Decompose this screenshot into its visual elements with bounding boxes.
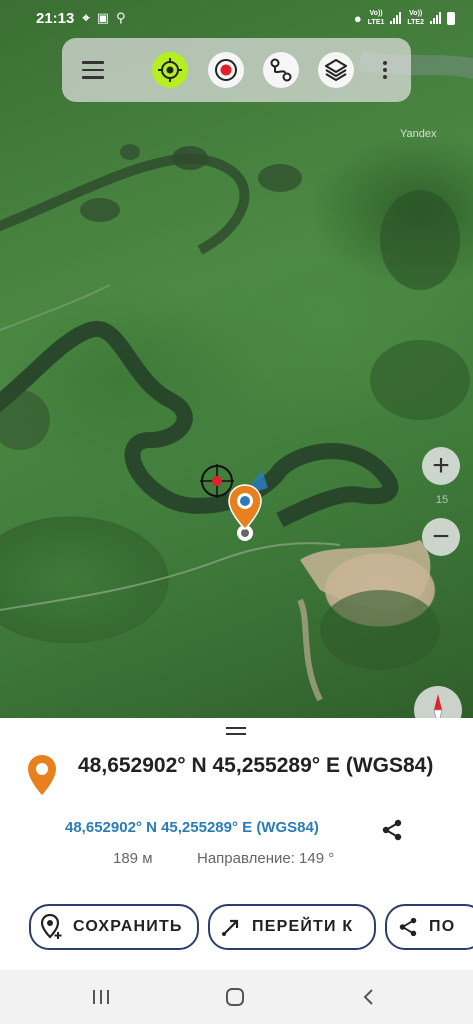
- sim2-label: Vo)) LTE2: [407, 10, 424, 26]
- save-button[interactable]: СОХРАНИТЬ: [29, 904, 199, 950]
- recent-apps-icon: [93, 990, 109, 1004]
- share-location-button[interactable]: ПО: [385, 904, 473, 950]
- layers-icon: [325, 59, 347, 81]
- map-provider-label: Yandex: [400, 128, 437, 140]
- search-icon: ⚲: [116, 10, 126, 25]
- add-location-icon: [41, 914, 62, 939]
- goto-button-label: ПЕРЕЙТИ К: [252, 918, 354, 935]
- gallery-icon: ▣: [96, 10, 109, 25]
- share-icon[interactable]: [380, 818, 404, 842]
- map-toolbar: [62, 38, 411, 102]
- gps-icon: ⌖: [82, 10, 90, 25]
- signal2-icon: [430, 12, 441, 24]
- home-icon: [226, 988, 244, 1006]
- crosshair-icon: [158, 58, 182, 82]
- recent-apps-button[interactable]: [88, 984, 114, 1010]
- locate-button[interactable]: [152, 52, 188, 88]
- zoom-level-label: 15: [435, 494, 449, 506]
- location-status-icon: ●: [353, 10, 362, 26]
- record-button[interactable]: [208, 52, 244, 88]
- share-location-button-label: ПО: [429, 918, 456, 935]
- hamburger-menu-icon: [82, 59, 104, 82]
- map-view[interactable]: Yandex: [0, 0, 473, 720]
- more-vertical-icon[interactable]: [380, 56, 390, 84]
- share-icon: [399, 917, 417, 937]
- zoom-in-button[interactable]: +: [422, 447, 460, 485]
- route-icon: [270, 58, 292, 82]
- sim1-label: Vo)) LTE1: [367, 10, 385, 26]
- battery-icon: [447, 11, 455, 25]
- home-button[interactable]: [222, 984, 248, 1010]
- back-icon: [363, 989, 373, 1005]
- record-icon: [215, 59, 237, 81]
- layers-button[interactable]: [318, 52, 354, 88]
- coordinates-link[interactable]: 48,652902° N 45,255289° E (WGS84): [65, 819, 319, 836]
- back-button[interactable]: [356, 984, 382, 1010]
- menu-button[interactable]: [78, 52, 108, 88]
- goto-button[interactable]: ПЕРЕЙТИ К: [208, 904, 376, 950]
- sheet-drag-handle[interactable]: [226, 727, 246, 735]
- direction-label: Направление: 149 °: [197, 850, 335, 867]
- status-time: 21:13: [36, 9, 75, 27]
- zoom-out-button[interactable]: −: [422, 518, 460, 556]
- location-pin-icon[interactable]: [228, 484, 262, 530]
- route-button[interactable]: [263, 52, 299, 88]
- save-button-label: СОХРАНИТЬ: [73, 918, 183, 935]
- system-nav-bar: [0, 970, 473, 1024]
- signal1-icon: [390, 12, 402, 24]
- status-bar: 21:13 ⌖ ▣ ⚲ ● Vo)) LTE1 Vo)) LTE2: [0, 0, 473, 36]
- coordinates-title: 48,652902° N 45,255289° E (WGS84): [78, 754, 434, 777]
- map-terrain: [0, 50, 473, 702]
- navigate-icon: [222, 919, 239, 936]
- distance-label: 189 м: [113, 850, 153, 867]
- location-bottom-sheet: 48,652902° N 45,255289° E (WGS84) 48,652…: [0, 718, 473, 970]
- location-pin-icon: [28, 755, 56, 795]
